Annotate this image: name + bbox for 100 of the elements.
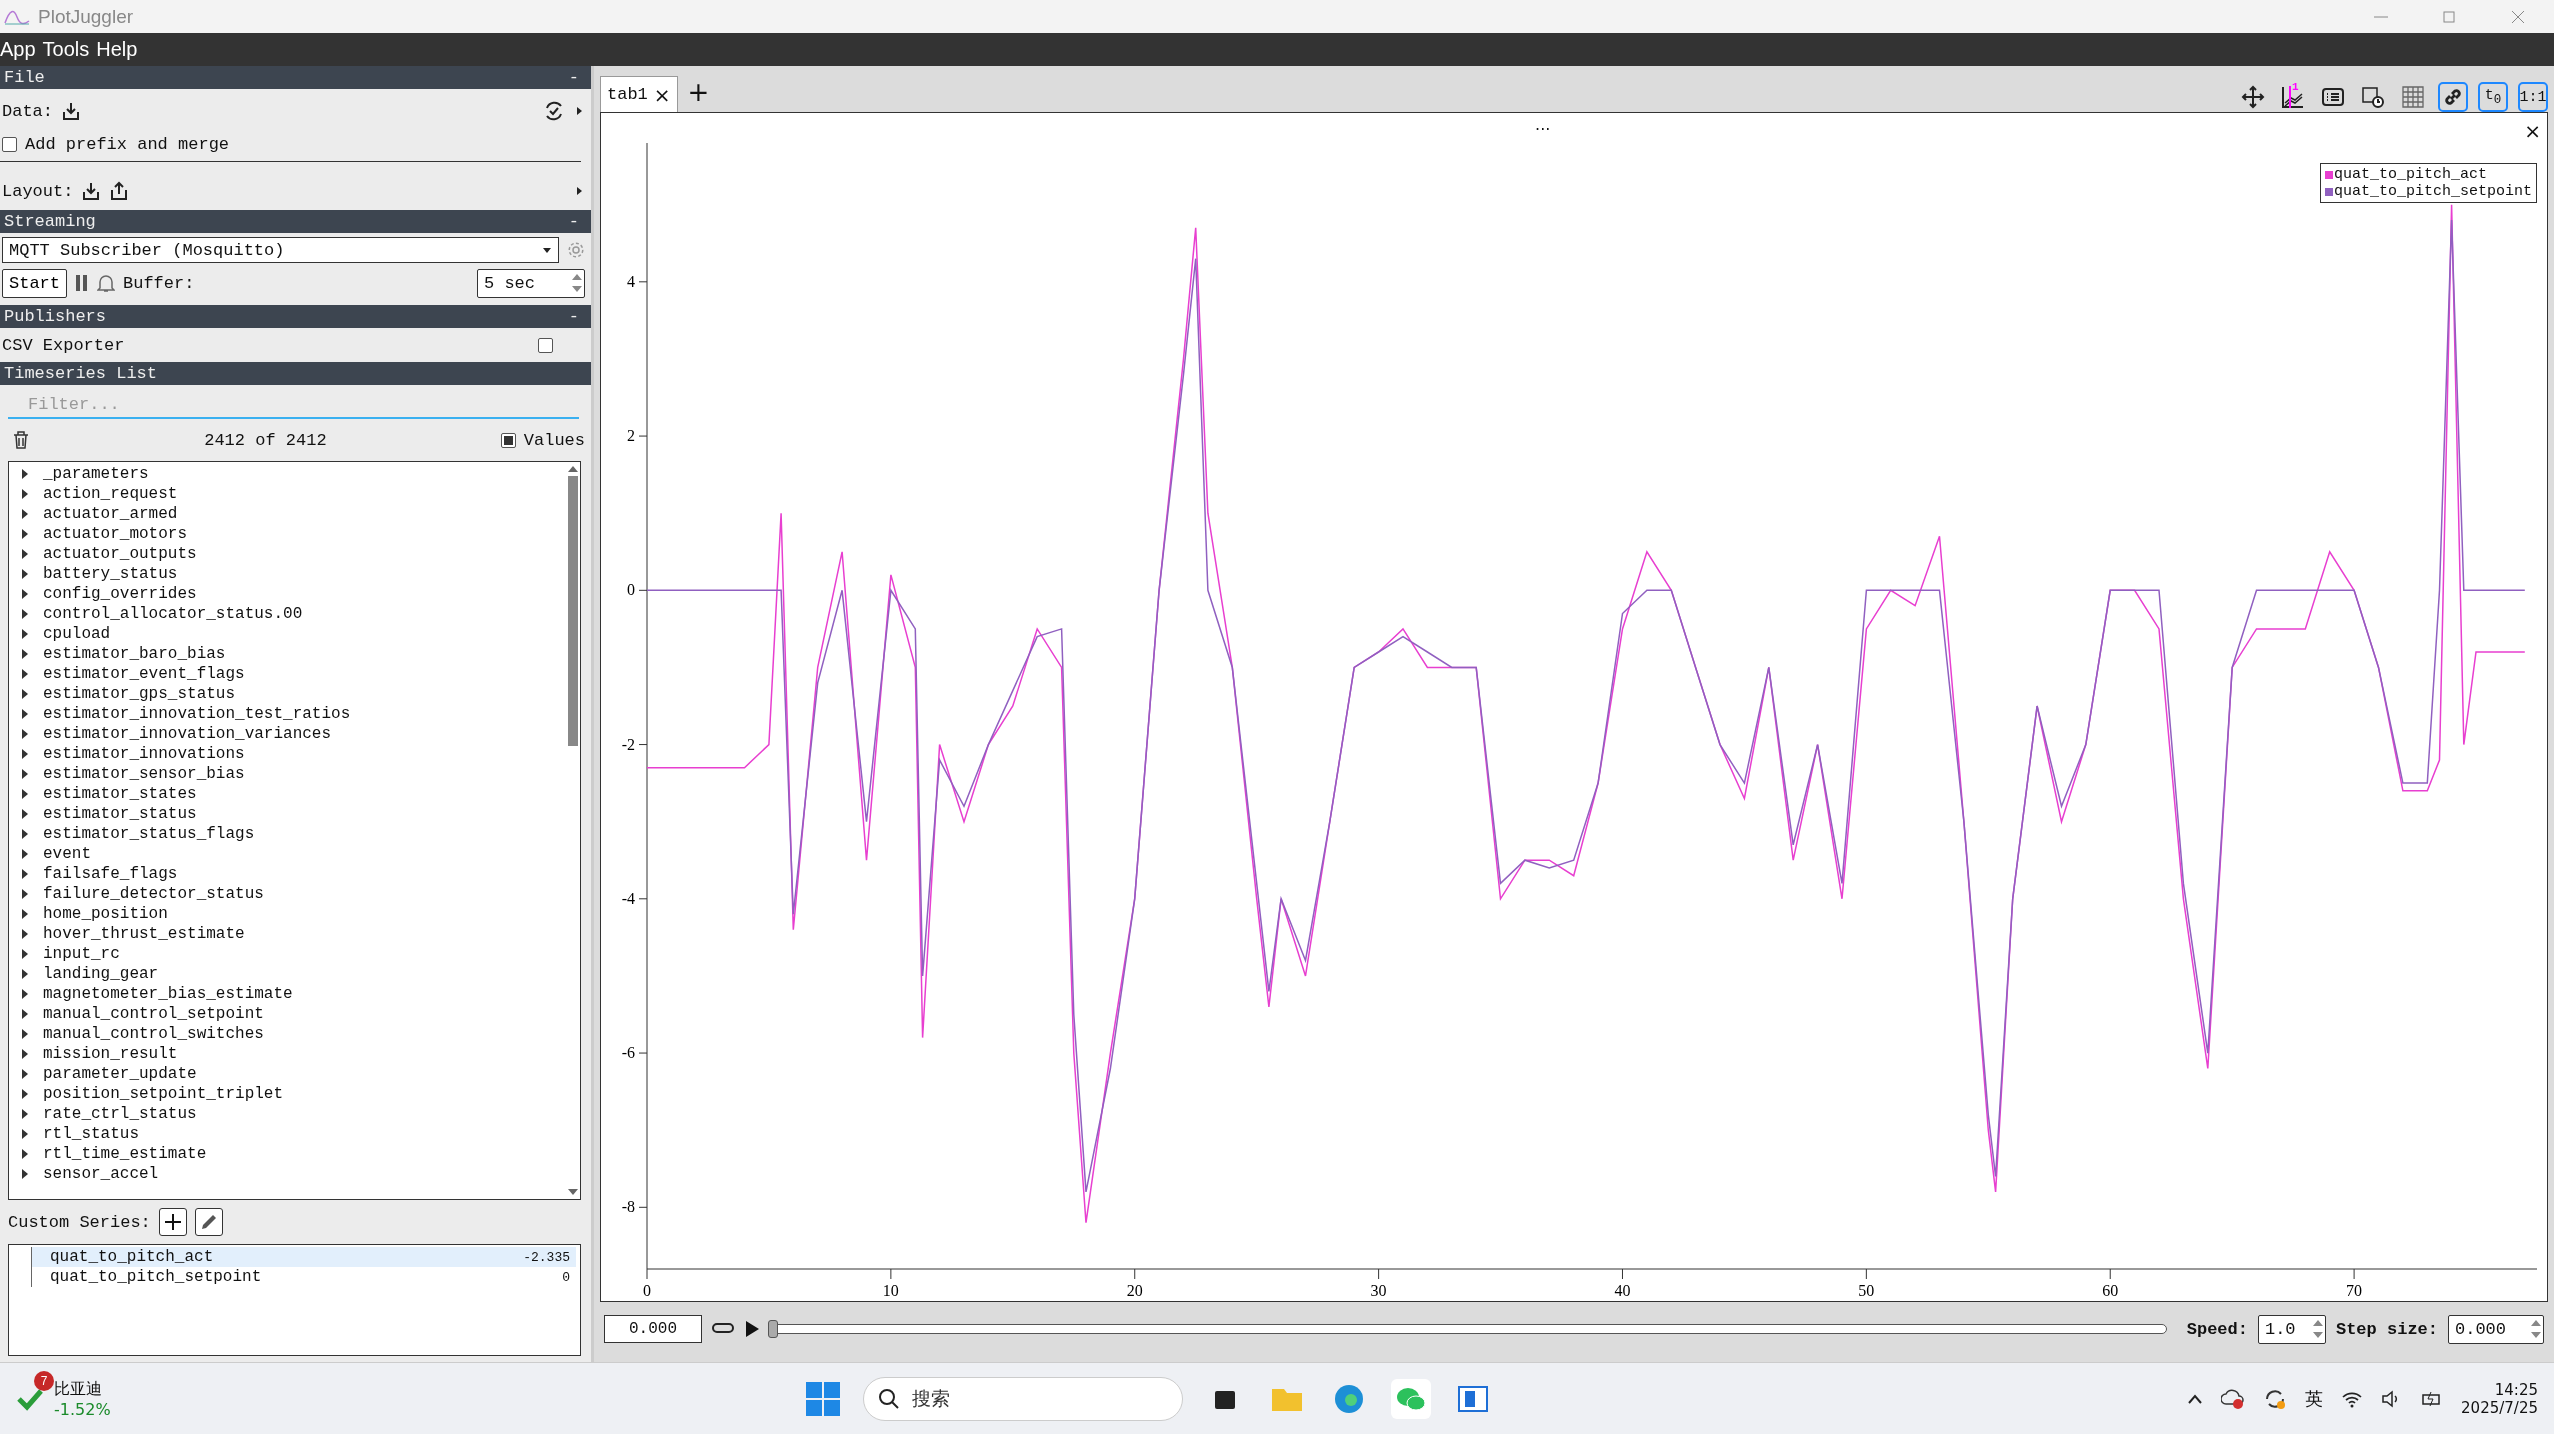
tree-item[interactable]: input_rc: [9, 944, 566, 964]
tree-item[interactable]: estimator_status_flags: [9, 824, 566, 844]
play-icon[interactable]: [744, 1320, 760, 1338]
tree-item[interactable]: estimator_gps_status: [9, 684, 566, 704]
trash-icon[interactable]: [12, 430, 30, 450]
tree-item[interactable]: parameter_update: [9, 1064, 566, 1084]
checkbox[interactable]: [2, 136, 17, 152]
tree-item[interactable]: cpuload: [9, 624, 566, 644]
start-menu-icon[interactable]: [804, 1380, 841, 1417]
tree-item[interactable]: actuator_motors: [9, 524, 566, 544]
expand-arrow-icon[interactable]: [21, 569, 29, 579]
tree-item[interactable]: estimator_innovations: [9, 744, 566, 764]
tree-item[interactable]: actuator_outputs: [9, 544, 566, 564]
expand-arrow-icon[interactable]: [21, 709, 29, 719]
expand-arrow-icon[interactable]: [21, 909, 29, 919]
edit-button[interactable]: [194, 1208, 223, 1236]
tree-item[interactable]: battery_status: [9, 564, 566, 584]
custom-series-item[interactable]: quat_to_pitch_setpoint 0: [31, 1267, 576, 1287]
close-plot-button[interactable]: ×: [2524, 119, 2541, 143]
expand-arrow-icon[interactable]: [21, 969, 29, 979]
add-button[interactable]: [158, 1208, 187, 1236]
expand-arrow-icon[interactable]: [21, 1129, 29, 1139]
speed-spinbox[interactable]: 1.0: [2257, 1314, 2326, 1344]
tree-item[interactable]: action_request: [9, 484, 566, 504]
tree-item[interactable]: hover_thrust_estimate: [9, 924, 566, 944]
tree-item[interactable]: manual_control_setpoint: [9, 1004, 566, 1024]
chevron-up-icon[interactable]: [2187, 1392, 2204, 1405]
checkbox[interactable]: [538, 337, 553, 353]
collapse-button[interactable]: -: [568, 212, 579, 231]
tree-item[interactable]: estimator_baro_bias: [9, 644, 566, 664]
tree-item[interactable]: estimator_event_flags: [9, 664, 566, 684]
tree-item[interactable]: magnetometer_bias_estimate: [9, 984, 566, 1004]
expand-arrow-icon[interactable]: [21, 1169, 29, 1179]
expand-arrow-icon[interactable]: [21, 749, 29, 759]
expand-arrow-icon[interactable]: [21, 789, 29, 799]
collapse-button[interactable]: -: [568, 307, 579, 326]
tree-item[interactable]: actuator_armed: [9, 504, 566, 524]
bell-icon[interactable]: [97, 273, 115, 293]
expand-arrow-icon[interactable]: [21, 469, 29, 479]
menu-item[interactable]: Tools: [42, 38, 90, 61]
scrollbar-thumb[interactable]: [568, 476, 578, 746]
tree-item[interactable]: failsafe_flags: [9, 864, 566, 884]
tree-item[interactable]: rtl_status: [9, 1124, 566, 1144]
time-field[interactable]: 0.000: [604, 1315, 702, 1343]
expand-arrow-icon[interactable]: [21, 929, 29, 939]
checkbox[interactable]: [500, 432, 516, 448]
tree-item[interactable]: failure_detector_status: [9, 884, 566, 904]
start-button[interactable]: Start: [2, 268, 67, 298]
expand-arrow-icon[interactable]: [21, 869, 29, 879]
expand-arrow-icon[interactable]: [21, 489, 29, 499]
expand-arrow-icon[interactable]: [21, 529, 29, 539]
time-slider[interactable]: [770, 1320, 2167, 1338]
expand-arrow-icon[interactable]: [21, 1149, 29, 1159]
expand-arrow-icon[interactable]: [21, 809, 29, 819]
plot-menu-button[interactable]: ...: [1535, 115, 1551, 134]
tree-item[interactable]: estimator_sensor_bias: [9, 764, 566, 784]
tree-item[interactable]: control_allocator_status.00: [9, 604, 566, 624]
import-icon[interactable]: [61, 101, 81, 121]
add-tab-button[interactable]: +: [687, 77, 710, 107]
tree-item[interactable]: estimator_states: [9, 784, 566, 804]
menu-item[interactable]: App: [0, 38, 36, 61]
expand-arrow-icon[interactable]: [21, 889, 29, 899]
clock-time[interactable]: 14:25: [2494, 1380, 2538, 1399]
taskbar-search[interactable]: 搜索: [862, 1376, 1183, 1421]
tree-item[interactable]: mission_result: [9, 1044, 566, 1064]
slider-thumb[interactable]: [768, 1320, 778, 1338]
expand-arrow-icon[interactable]: [21, 1069, 29, 1079]
expand-arrow-icon[interactable]: [21, 1109, 29, 1119]
expand-arrow-icon[interactable]: [21, 829, 29, 839]
reload-icon[interactable]: [543, 100, 565, 122]
expand-arrow-icon[interactable]: [21, 729, 29, 739]
tree-item[interactable]: estimator_status: [9, 804, 566, 824]
filter-field[interactable]: Filter...: [8, 391, 579, 419]
buffer-spinbox[interactable]: 5 sec: [477, 268, 585, 298]
close-tab-button[interactable]: ×: [653, 82, 671, 107]
expand-arrow-icon[interactable]: [21, 509, 29, 519]
tree-item[interactable]: rate_ctrl_status: [9, 1104, 566, 1124]
expand-arrow-icon[interactable]: [21, 849, 29, 859]
expand-arrow-icon[interactable]: [21, 1049, 29, 1059]
tree-item[interactable]: landing_gear: [9, 964, 566, 984]
expand-arrow-icon[interactable]: [21, 549, 29, 559]
tree-item[interactable]: event: [9, 844, 566, 864]
import-icon[interactable]: [81, 181, 102, 201]
tree-item[interactable]: estimator_innovation_test_ratios: [9, 704, 566, 724]
tree-item[interactable]: config_overrides: [9, 584, 566, 604]
expand-arrow-icon[interactable]: [21, 649, 29, 659]
menu-item[interactable]: Help: [96, 38, 138, 61]
cloud-icon[interactable]: [2221, 1387, 2246, 1410]
clock-date[interactable]: 2025/7/25: [2461, 1398, 2538, 1417]
expand-arrow-icon[interactable]: [21, 1009, 29, 1019]
expand-arrow-icon[interactable]: [21, 689, 29, 699]
tree-item[interactable]: _parameters: [9, 464, 566, 484]
tree-item[interactable]: sensor_accel: [9, 1164, 566, 1184]
step-spinbox[interactable]: 0.000: [2448, 1314, 2544, 1344]
tree-item[interactable]: position_setpoint_triplet: [9, 1084, 566, 1104]
expand-arrow-icon[interactable]: [21, 1029, 29, 1039]
expand-arrow-icon[interactable]: [21, 629, 29, 639]
tree-item[interactable]: rtl_time_estimate: [9, 1144, 566, 1164]
scroll-down-icon[interactable]: [568, 1189, 578, 1195]
tree-item[interactable]: home_position: [9, 904, 566, 924]
